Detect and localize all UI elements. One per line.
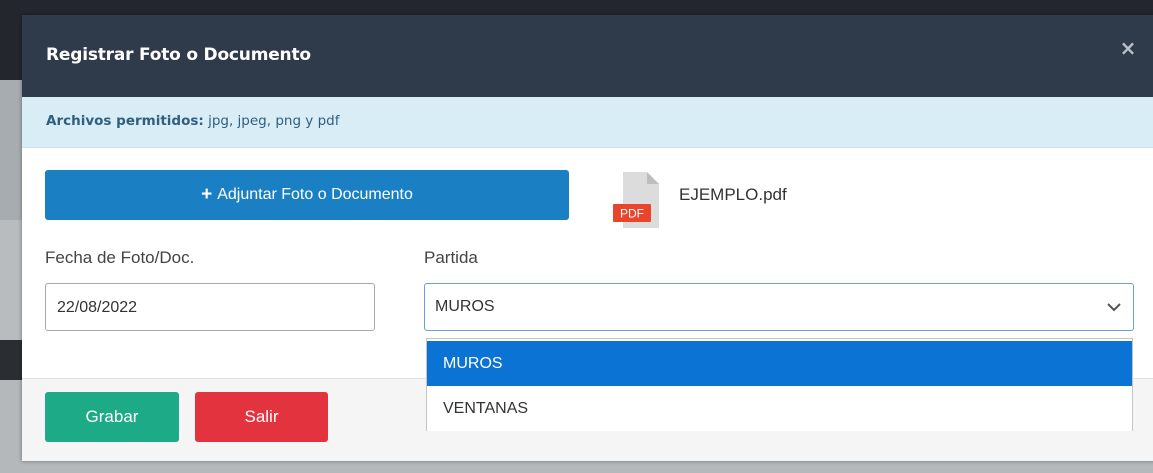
attach-file-button[interactable]: + Adjuntar Foto o Documento — [45, 170, 569, 220]
close-icon[interactable]: × — [1117, 37, 1139, 59]
pdf-file-icon[interactable]: PDF — [613, 170, 665, 232]
partida-dropdown-list: MUROS VENTANAS — [426, 338, 1133, 431]
modal-title: Registrar Foto o Documento — [46, 45, 311, 65]
register-document-modal: Registrar Foto o Documento × Archivos pe… — [22, 15, 1153, 461]
allowed-files-alert: Archivos permitidos: jpg, jpeg, png y pd… — [22, 97, 1153, 148]
plus-icon: + — [201, 184, 213, 205]
allowed-files-label: Archivos permitidos: — [46, 113, 204, 129]
partida-selected-value: MUROS — [435, 298, 495, 315]
date-field-label: Fecha de Foto/Doc. — [45, 248, 195, 267]
date-input[interactable]: 22/08/2022 — [45, 283, 375, 331]
exit-button[interactable]: Salir — [195, 392, 328, 442]
allowed-files-types: jpg, jpeg, png y pdf — [203, 113, 340, 129]
attached-file-name[interactable]: EJEMPLO.pdf — [679, 185, 787, 205]
pdf-badge-text: PDF — [620, 207, 644, 221]
allowed-files-text: Archivos permitidos: jpg, jpeg, png y pd… — [46, 113, 339, 129]
partida-field-label: Partida — [424, 248, 478, 267]
save-button[interactable]: Grabar — [45, 392, 179, 442]
attach-file-label: Adjuntar Foto o Documento — [217, 186, 413, 203]
partida-select[interactable]: MUROS — [424, 283, 1134, 331]
dropdown-option-ventanas[interactable]: VENTANAS — [427, 386, 1132, 431]
modal-header: Registrar Foto o Documento × — [22, 15, 1153, 97]
chevron-down-icon — [1107, 303, 1121, 312]
dropdown-option-muros[interactable]: MUROS — [427, 341, 1132, 386]
